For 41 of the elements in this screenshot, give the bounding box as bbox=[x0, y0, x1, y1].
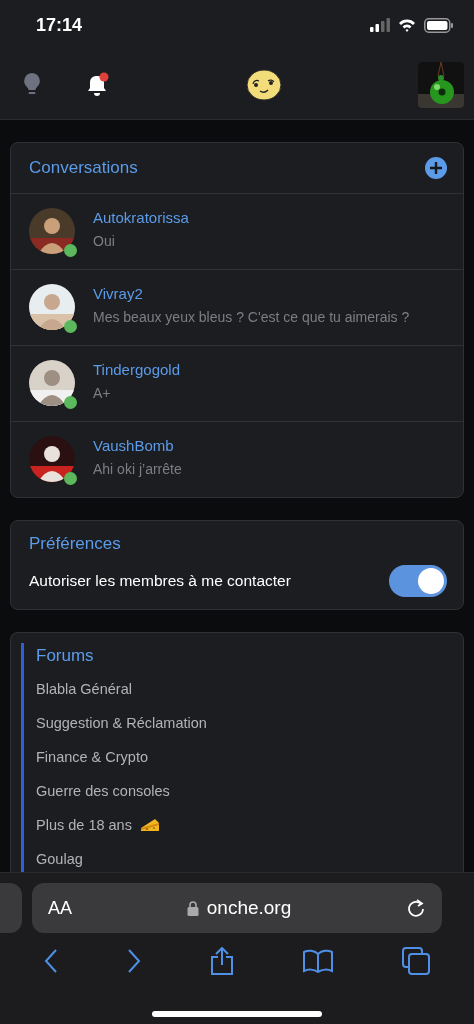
lock-icon bbox=[186, 900, 199, 916]
username: Vivray2 bbox=[93, 284, 144, 304]
address-bar[interactable]: AA onche.org bbox=[32, 883, 442, 933]
message-preview: Oui bbox=[93, 232, 116, 250]
message-preview: A+ bbox=[93, 384, 112, 402]
username: Autokratorissa bbox=[93, 208, 190, 228]
forum-link[interactable]: Finance & Crypto bbox=[36, 747, 149, 767]
section-title: Préférences bbox=[29, 533, 122, 555]
conversation-item[interactable]: Vivray2 Mes beaux yeux bleus ? C'est ce que tu aimerais ? bbox=[11, 269, 463, 345]
forum-link[interactable]: Suggestion & Réclamation bbox=[36, 713, 207, 733]
bell-icon[interactable] bbox=[86, 71, 110, 98]
tabs-icon[interactable] bbox=[401, 947, 430, 975]
book-icon[interactable] bbox=[302, 949, 333, 973]
forum-link[interactable]: Plus de 18 ans bbox=[36, 815, 132, 835]
battery-icon bbox=[424, 17, 454, 33]
toggle-switch[interactable] bbox=[389, 564, 447, 597]
smiley-logo[interactable] bbox=[246, 68, 282, 101]
url-text: onche.org bbox=[206, 895, 292, 920]
back-icon[interactable] bbox=[44, 948, 59, 974]
conversation-item[interactable]: VaushBomb Ahi oki j’arrête bbox=[11, 421, 463, 497]
message-preview: Ahi oki j’arrête bbox=[93, 460, 183, 478]
conversation-item[interactable]: Autokratorissa Oui bbox=[11, 193, 463, 269]
username: Tindergogold bbox=[93, 360, 181, 380]
reload-icon[interactable] bbox=[406, 898, 426, 918]
forum-link[interactable]: Guerre des consoles bbox=[36, 781, 170, 801]
text-size-button[interactable]: AA bbox=[48, 894, 72, 922]
section-title: Forums bbox=[36, 644, 95, 667]
add-icon[interactable] bbox=[425, 157, 447, 179]
conversation-item[interactable]: Tindergogold A+ bbox=[11, 345, 463, 421]
forward-icon[interactable] bbox=[127, 948, 142, 974]
forum-link[interactable]: Goulag bbox=[36, 849, 83, 869]
share-icon[interactable] bbox=[210, 947, 234, 975]
cheese-icon bbox=[139, 817, 160, 833]
section-title: Conversations bbox=[29, 157, 138, 180]
setting-label: Autoriser les membres à me contacter bbox=[29, 570, 291, 591]
signal-icon bbox=[370, 18, 390, 32]
username: VaushBomb bbox=[93, 436, 175, 456]
forum-link[interactable]: Blabla Général bbox=[36, 679, 132, 699]
status-time: 17:14 bbox=[36, 13, 83, 37]
wifi-icon bbox=[398, 18, 416, 32]
message-preview: Mes beaux yeux bleus ? C'est ce que tu aimerais ? bbox=[93, 308, 411, 326]
